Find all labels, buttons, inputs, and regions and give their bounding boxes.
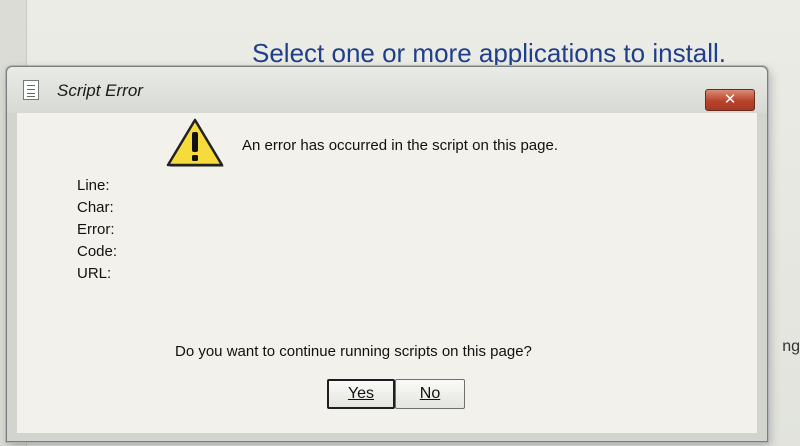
error-label: Error:: [77, 221, 115, 238]
url-label: URL:: [77, 265, 112, 282]
yes-button[interactable]: Yes: [327, 379, 395, 409]
continue-question: Do you want to continue running scripts …: [175, 343, 532, 360]
dialog-titlebar[interactable]: Script Error ✕: [7, 67, 767, 113]
close-button[interactable]: ✕: [705, 89, 755, 111]
dialog-title: Script Error: [57, 81, 143, 100]
background-text-fragment: ng: [782, 338, 800, 355]
line-label: Line:: [77, 177, 110, 194]
error-message: An error has occurred in the script on t…: [242, 137, 558, 154]
no-button[interactable]: No: [395, 379, 465, 409]
char-label: Char:: [77, 199, 114, 216]
script-error-dialog: Script Error ✕ An error has occurred in …: [6, 66, 768, 442]
script-document-icon: [23, 80, 39, 100]
code-label: Code:: [77, 243, 118, 260]
warning-triangle-icon: [166, 118, 224, 167]
dialog-content: An error has occurred in the script on t…: [17, 113, 757, 433]
close-icon: ✕: [723, 90, 737, 108]
installer-heading: Select one or more applications to insta…: [252, 38, 727, 68]
